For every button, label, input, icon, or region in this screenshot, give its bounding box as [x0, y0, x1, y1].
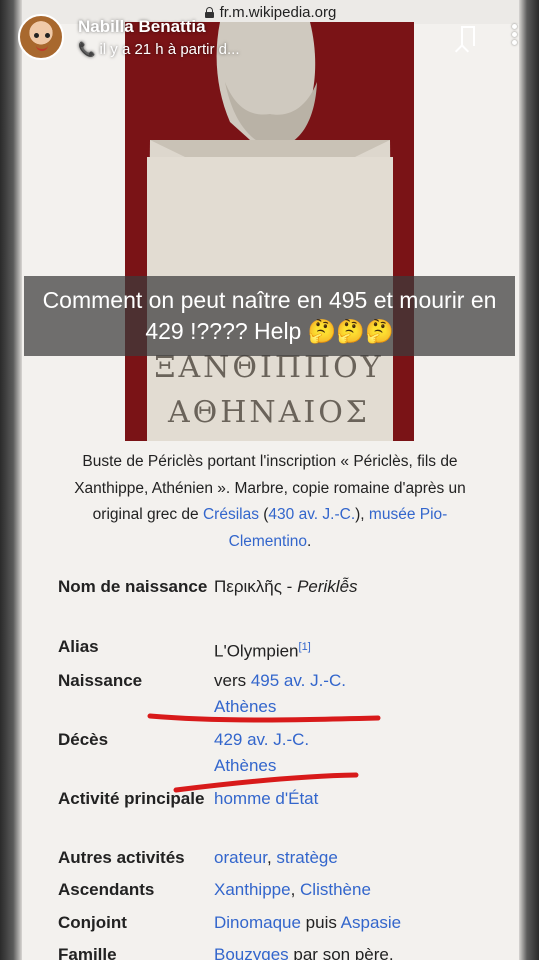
snapchat-story-screen: fr.m.wikipedia.org ΞΑΝΘΙΠΠΟΥ ΑΘΗΝΑΙΟΣ Na… [0, 0, 539, 960]
red-underline-marks [147, 713, 381, 793]
